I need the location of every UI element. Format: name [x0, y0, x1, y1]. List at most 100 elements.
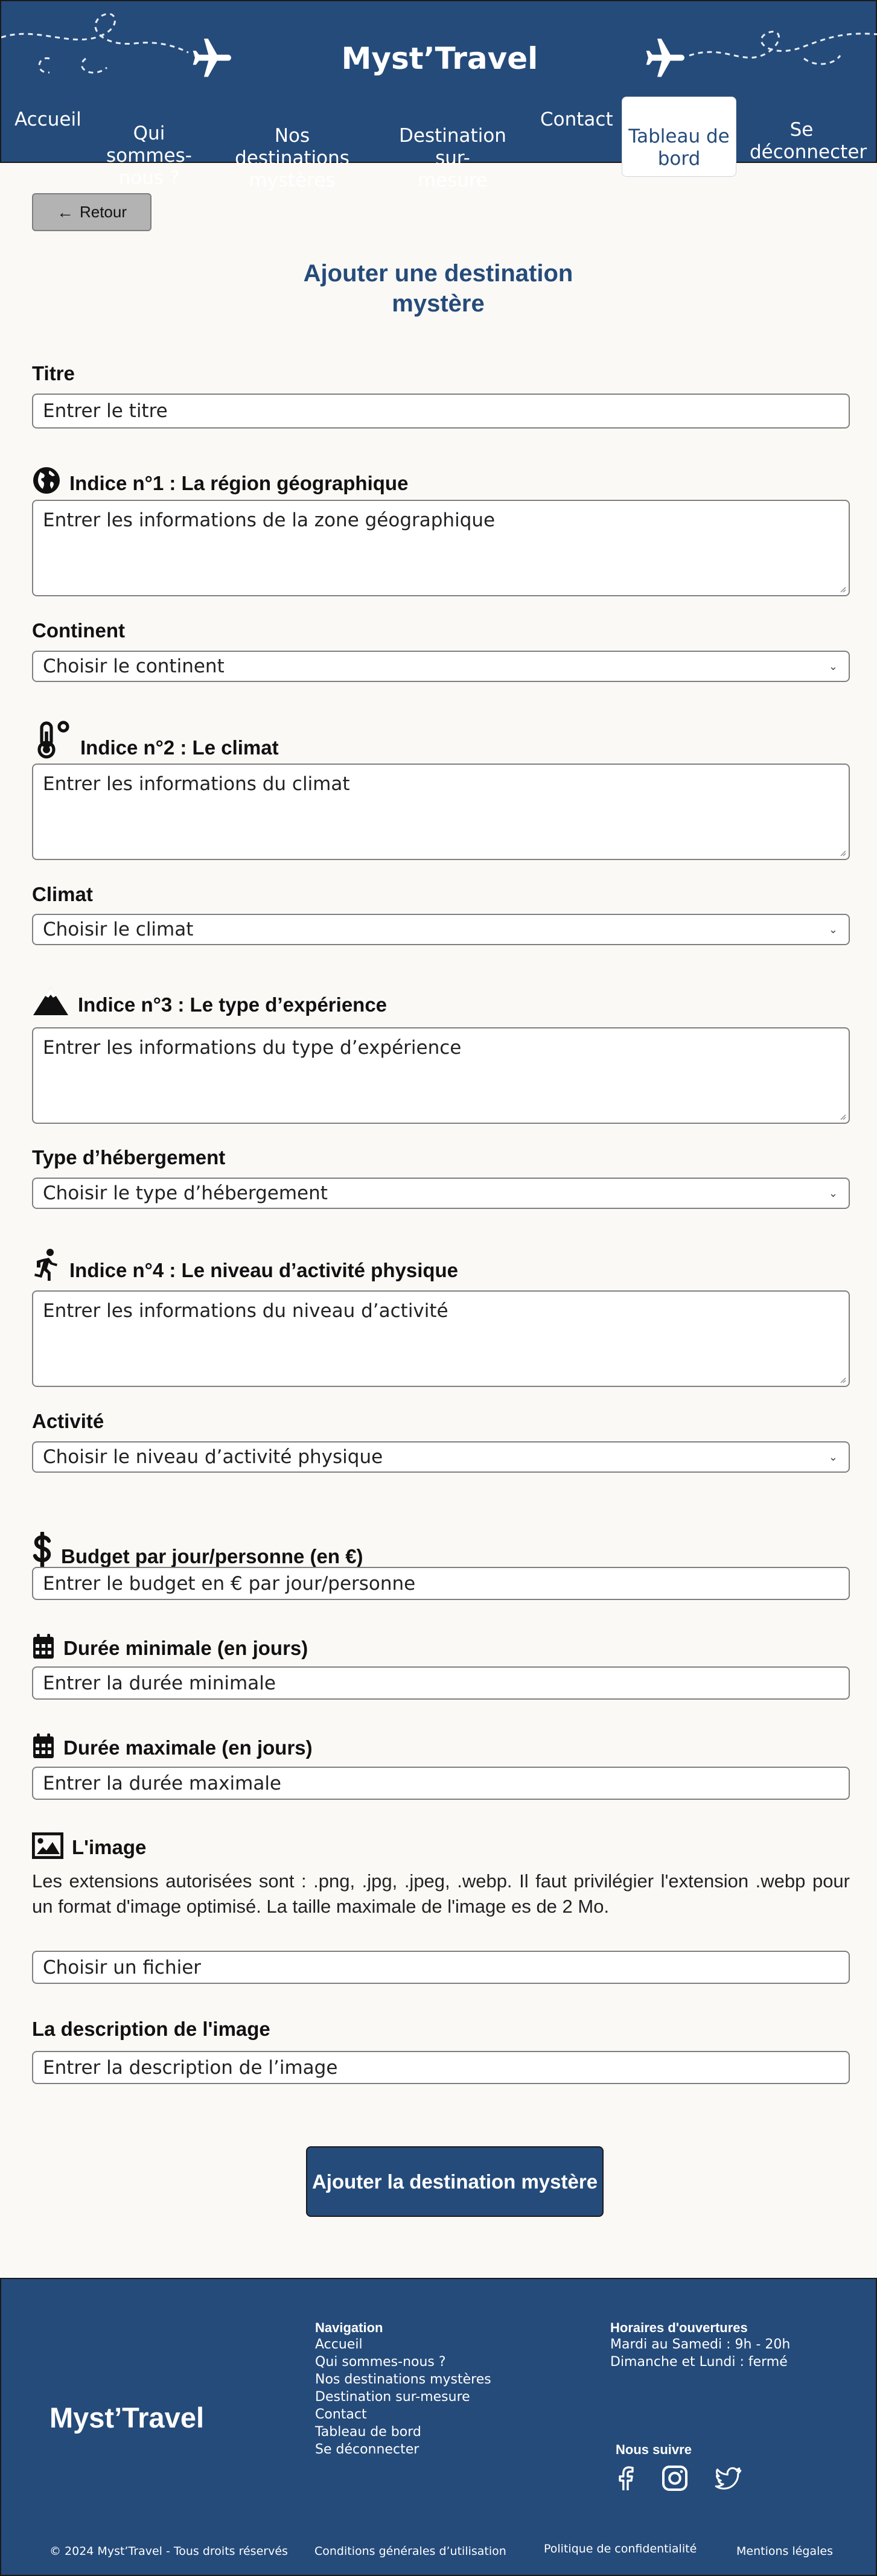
chevron-down-icon: ⌄ [828, 1450, 838, 1464]
resize-handle-icon[interactable] [839, 585, 846, 593]
activite-label: Activité [32, 1410, 104, 1433]
site-logo[interactable]: Myst’Travel [1, 41, 877, 76]
arrow-left-icon: ← [56, 202, 74, 222]
footer-link-qui-sommes-nous[interactable]: Qui sommes-nous ? [315, 2354, 446, 2370]
nav-destination-sur-mesure[interactable]: Destination sur- mesure [380, 103, 525, 192]
image-desc-label: La description de l'image [32, 2018, 270, 2041]
indice1-textarea[interactable]: Entrer les informations de la zone géogr… [32, 500, 850, 596]
select-value: Choisir le climat [43, 919, 194, 940]
input-placeholder: Entrer la description de l’image [43, 2056, 338, 2079]
label-text: Indice n°2 : Le climat [80, 736, 279, 759]
label-text: Continent [32, 619, 125, 642]
input-placeholder: Entrer le budget en € par jour/personne [43, 1572, 416, 1595]
nav-label: Contact [540, 109, 613, 130]
dollar-icon [33, 1532, 51, 1568]
budget-label: Budget par jour/personne (en €) [32, 1532, 363, 1568]
image-label: L'image [32, 1832, 146, 1859]
file-input-label: Choisir un fichier [43, 1956, 202, 1978]
calendar-icon [33, 1733, 54, 1758]
duree-max-label: Durée maximale (en jours) [32, 1733, 313, 1759]
footer-hours-line: Dimanche et Lundi : fermé [610, 2354, 788, 2370]
select-value: Choisir le niveau d’activité physique [43, 1446, 383, 1468]
footer-link-legal[interactable]: Mentions légales [736, 2545, 833, 2558]
main-nav: Accueil Qui sommes- nous ? Nos destinati… [1, 97, 877, 191]
airplane-icon [646, 39, 684, 77]
label-text: Activité [32, 1410, 104, 1432]
footer-link-contact[interactable]: Contact [315, 2407, 367, 2422]
footer-link-deconnecter[interactable]: Se déconnecter [315, 2442, 419, 2457]
continent-select[interactable]: Choisir le continent ⌄ [32, 651, 850, 682]
resize-handle-icon[interactable] [839, 1113, 846, 1120]
textarea-placeholder: Entrer les informations du climat [43, 773, 350, 795]
duree-max-input[interactable]: Entrer la durée maximale [32, 1767, 850, 1800]
input-placeholder: Entrer la durée maximale [43, 1772, 282, 1794]
thermometer-icon [37, 721, 69, 759]
label-text: Indice n°1 : La région géographique [69, 472, 409, 494]
indice2-textarea[interactable]: Entrer les informations du climat [32, 764, 850, 860]
indice1-label: Indice n°1 : La région géographique [32, 466, 408, 495]
textarea-placeholder: Entrer les informations du type d’expéri… [43, 1037, 462, 1059]
hebergement-label: Type d’hébergement [32, 1146, 225, 1169]
nav-label: Qui sommes- nous ? [106, 123, 192, 189]
twitter-icon[interactable] [713, 2464, 742, 2493]
nav-se-deconnecter[interactable]: Se déconnecter [750, 97, 867, 164]
indice4-textarea[interactable]: Entrer les informations du niveau d’acti… [32, 1290, 850, 1387]
resize-handle-icon[interactable] [839, 849, 846, 856]
footer-hours-heading: Horaires d'ouvertures [610, 2320, 748, 2335]
nav-destinations-mysteres[interactable]: Nos destinations mystères [220, 103, 365, 192]
footer-link-tableau-de-bord[interactable]: Tableau de bord [315, 2425, 421, 2440]
input-placeholder: Entrer le titre [43, 400, 168, 422]
activite-select[interactable]: Choisir le niveau d’activité physique ⌄ [32, 1441, 850, 1473]
label-text: Indice n°3 : Le type d’expérience [78, 993, 387, 1016]
submit-button[interactable]: Ajouter la destination mystère [306, 2146, 604, 2217]
nav-label: Accueil [14, 109, 81, 130]
budget-input[interactable]: Entrer le budget en € par jour/personne [32, 1567, 850, 1600]
chevron-down-icon: ⌄ [828, 923, 838, 936]
resize-handle-icon[interactable] [839, 1376, 846, 1383]
nav-contact[interactable]: Contact [540, 109, 613, 131]
globe-icon [33, 467, 60, 494]
page-title: Ajouter une destination mystère [303, 260, 573, 317]
label-text: La description de l'image [32, 2018, 270, 2040]
mountain-icon [33, 987, 68, 1015]
image-desc-input[interactable]: Entrer la description de l’image [32, 2051, 850, 2084]
back-button[interactable]: ← Retour [32, 193, 151, 231]
duree-min-label: Durée minimale (en jours) [32, 1633, 308, 1660]
footer-link-sur-mesure[interactable]: Destination sur-mesure [315, 2389, 470, 2405]
climat-label: Climat [32, 883, 93, 906]
duree-min-input[interactable]: Entrer la durée minimale [32, 1666, 850, 1700]
nav-tableau-de-bord[interactable]: Tableau de bord [622, 97, 736, 177]
footer-nav-heading: Navigation [315, 2320, 383, 2335]
calendar-icon [33, 1634, 54, 1659]
label-text: Climat [32, 883, 93, 905]
footer-logo[interactable]: Myst’Travel [49, 2401, 204, 2434]
hebergement-select[interactable]: Choisir le type d’hébergement ⌄ [32, 1178, 850, 1209]
label-text: Budget par jour/personne (en €) [61, 1545, 363, 1567]
label-text: Durée maximale (en jours) [63, 1736, 313, 1759]
label-text: Titre [32, 362, 75, 384]
instagram-icon[interactable] [660, 2464, 689, 2493]
footer-link-destinations[interactable]: Nos destinations mystères [315, 2372, 491, 2387]
indice2-label: Indice n°2 : Le climat [32, 719, 279, 759]
footer-link-cgu[interactable]: Conditions générales d’utilisation [314, 2545, 506, 2558]
indice4-label: Indice n°4 : Le niveau d’activité physiq… [32, 1248, 458, 1282]
label-text: Indice n°4 : Le niveau d’activité physiq… [69, 1259, 459, 1281]
copyright-text: © 2024 Myst’Travel - Tous droits réservé… [49, 2545, 288, 2558]
nav-accueil[interactable]: Accueil [14, 109, 81, 131]
nav-qui-sommes-nous[interactable]: Qui sommes- nous ? [89, 100, 209, 190]
file-input[interactable]: Choisir un fichier [32, 1951, 850, 1984]
label-text: Type d’hébergement [32, 1146, 226, 1168]
indice3-textarea[interactable]: Entrer les informations du type d’expéri… [32, 1027, 850, 1124]
chevron-down-icon: ⌄ [828, 660, 838, 673]
footer-link-accueil[interactable]: Accueil [315, 2337, 363, 2352]
titre-label: Titre [32, 362, 75, 385]
footer-link-privacy[interactable]: Politique de confidentialité [544, 2542, 697, 2555]
back-button-label: Retour [79, 203, 127, 221]
textarea-placeholder: Entrer les informations du niveau d’acti… [43, 1300, 448, 1322]
climat-select[interactable]: Choisir le climat ⌄ [32, 914, 850, 945]
site-footer: Myst’Travel Navigation Accueil Qui somme… [0, 2278, 877, 2576]
titre-input[interactable]: Entrer le titre [32, 394, 850, 429]
facebook-icon[interactable] [611, 2464, 640, 2493]
select-value: Choisir le type d’hébergement [43, 1182, 328, 1204]
label-text: L'image [72, 1836, 147, 1858]
